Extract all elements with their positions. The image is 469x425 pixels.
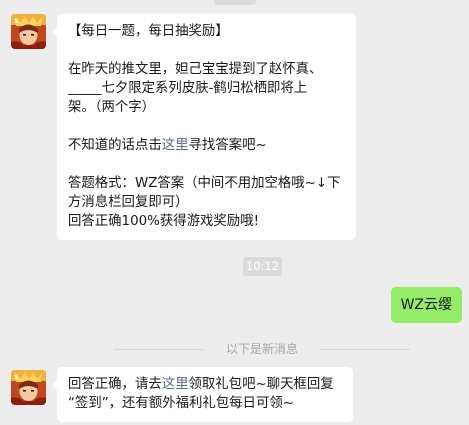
- answer-link[interactable]: 这里: [162, 377, 189, 392]
- sender-avatar[interactable]: S: [11, 14, 46, 49]
- timestamp-pill: 10:12: [243, 257, 282, 276]
- hint-suffix: 寻找答案吧~: [188, 138, 267, 153]
- answer-prefix: 回答正确，请去: [68, 377, 162, 392]
- message-bubble-daily-question[interactable]: 【每日一题，每日抽奖励】 在昨天的推文里，妲己宝宝提到了赵怀真、 _____七夕…: [52, 14, 356, 240]
- message-title: 【每日一题，每日抽奖励】: [68, 24, 229, 39]
- question-line-1: 在昨天的推文里，妲己宝宝提到了赵怀真、: [68, 62, 323, 77]
- previous-time-pill: [214, 0, 256, 5]
- message-bubble-answer-result[interactable]: 回答正确，请去这里领取礼包吧~聊天框回复 “签到”，还有额外福利礼包每日可领~: [52, 367, 353, 422]
- new-messages-divider: 以下是新消息: [114, 341, 410, 357]
- reward-line: 回答正确100%获得游戏奖励哦!: [68, 214, 259, 229]
- game-character-avatar-icon: S: [11, 370, 46, 405]
- answer-line-1: 回答正确，请去这里领取礼包吧~聊天框回复: [68, 375, 343, 394]
- answer-suffix: 领取礼包吧~聊天框回复: [188, 377, 334, 392]
- hint-line: 不知道的话点击这里寻找答案吧~: [68, 136, 346, 155]
- game-character-avatar-icon: S: [11, 14, 46, 49]
- question-line-3: 架。（两个字）: [68, 100, 156, 115]
- my-reply-bubble[interactable]: WZ云缨: [390, 287, 462, 323]
- svg-text:S: S: [14, 374, 18, 381]
- format-line-2: 方消息栏回复即可）: [68, 195, 189, 210]
- hint-link[interactable]: 这里: [162, 138, 189, 153]
- svg-text:S: S: [14, 18, 18, 25]
- format-line-1: 答题格式：WZ答案（中间不用加空格哦~↓下: [68, 176, 341, 191]
- divider-line-right: [320, 349, 410, 350]
- hint-prefix: 不知道的话点击: [68, 138, 162, 153]
- sender-avatar[interactable]: S: [11, 370, 46, 405]
- answer-line-2: “签到”，还有额外福利礼包每日可领~: [68, 396, 294, 411]
- question-line-2: _____七夕限定系列皮肤-鹤归松栖即将上: [68, 81, 308, 96]
